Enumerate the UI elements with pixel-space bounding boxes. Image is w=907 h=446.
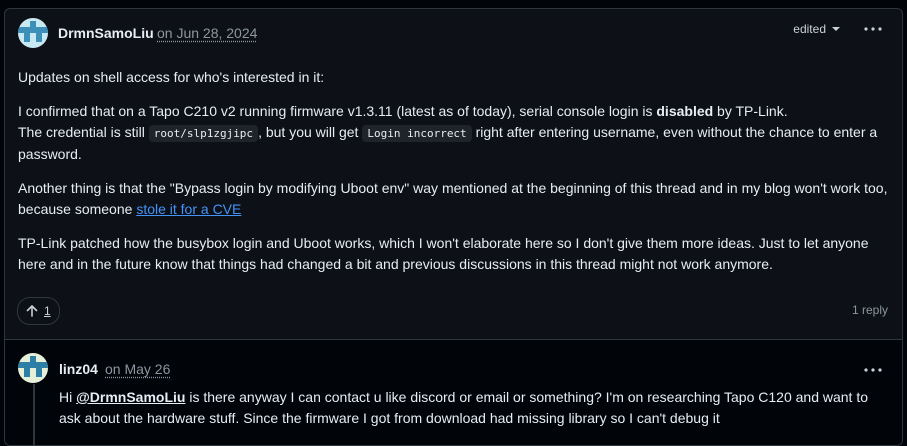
edited-label: edited [793,22,826,36]
kebab-menu-icon[interactable] [863,26,883,32]
thread-line [33,384,35,445]
paragraph: Updates on shell access for who's intere… [18,69,325,85]
inline-code: Login incorrect [362,125,472,142]
text: , but you will get [258,124,363,140]
upvote-count: 1 [44,304,51,318]
author-name[interactable]: DrmnSamoLiu [58,25,154,41]
text: by TP-Link. [713,103,788,119]
avatar[interactable] [18,18,48,48]
paragraph: Another thing is that the "Bypass login … [18,178,888,220]
paragraph: I confirmed that on a Tapo C210 v2 runni… [18,101,888,165]
reply-count: 1 reply [851,303,888,317]
user-mention[interactable]: @DrmnSamoLiu [76,389,185,405]
comment-body: Updates on shell access for who's intere… [18,67,888,288]
reply-thread: linz04 on May 26 Hi @DrmnSamoLiu is ther… [5,340,902,445]
comment-header: DrmnSamoLiu on Jun 28, 2024 edited [5,9,902,57]
reply-date[interactable]: on May 26 [105,361,170,377]
text: I confirmed that on a Tapo C210 v2 runni… [18,103,657,119]
arrow-up-icon [26,305,38,317]
reply-kebab-menu-icon[interactable] [863,367,883,373]
caret-down-icon [832,27,840,31]
comment-date[interactable]: on Jun 28, 2024 [157,25,257,41]
text: Hi [59,389,77,405]
reply-author-name[interactable]: linz04 [59,361,98,377]
reply-body: Hi @DrmnSamoLiu is there anyway I can co… [59,387,889,429]
upvote-button[interactable]: 1 [17,297,60,325]
cve-link[interactable]: stole it for a CVE [136,201,241,217]
text: The credential is still [18,124,149,140]
bold-text: disabled [656,103,714,119]
discussion-comment: DrmnSamoLiu on Jun 28, 2024 edited Updat… [4,8,903,446]
edited-dropdown[interactable]: edited [793,22,840,36]
comment-footer: 1 1 reply [5,295,902,329]
reply-avatar[interactable] [18,353,48,383]
inline-code: root/slp1zgjipc [148,125,259,142]
paragraph: TP-Link patched how the busybox login an… [18,235,869,272]
